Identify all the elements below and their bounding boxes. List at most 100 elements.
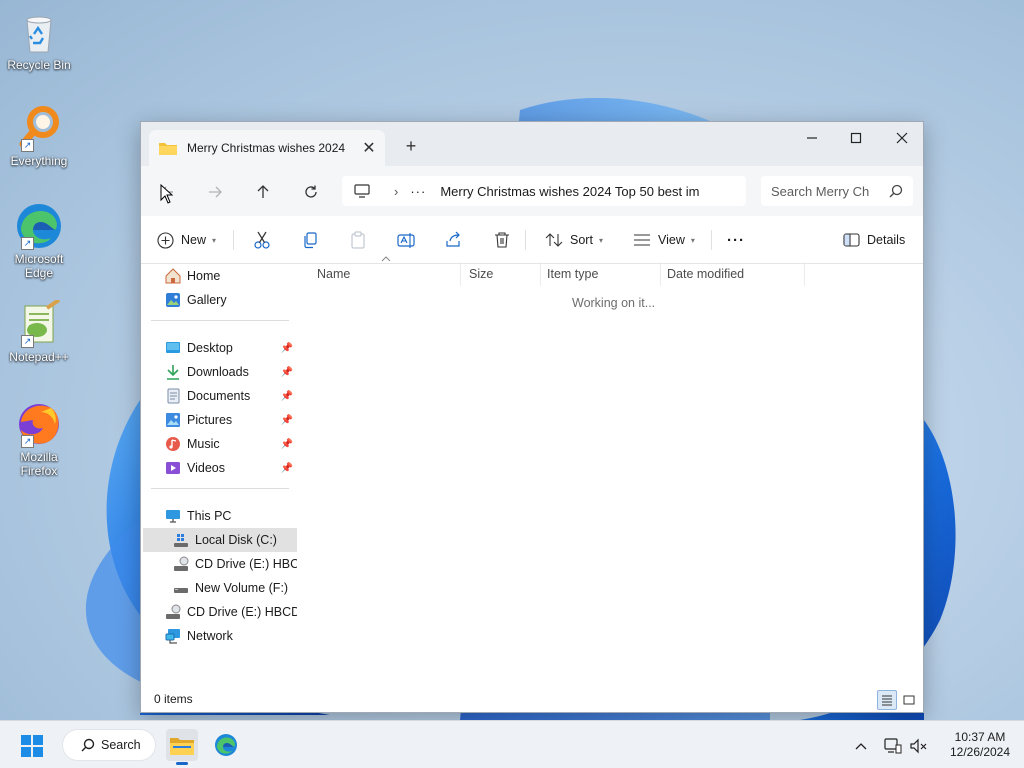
network-status-button[interactable] <box>882 735 904 757</box>
column-header-date-modified[interactable]: Date modified <box>659 262 805 286</box>
close-window-button[interactable] <box>879 122 925 154</box>
sidebar-item-pictures[interactable]: Pictures 📌 <box>165 408 295 432</box>
sidebar-item-desktop[interactable]: Desktop 📌 <box>165 336 295 360</box>
details-pane-button[interactable]: Details <box>843 226 905 254</box>
desktop-icon-recycle-bin[interactable]: Recycle Bin <box>2 8 76 72</box>
home-icon <box>165 268 181 284</box>
sidebar-item-gallery[interactable]: Gallery <box>165 288 295 312</box>
delete-button[interactable] <box>493 226 511 254</box>
item-count: 0 items <box>154 692 193 706</box>
clock-time: 10:37 AM <box>954 730 1006 744</box>
sidebar-divider <box>151 320 289 321</box>
close-tab-button[interactable]: ✕ <box>357 136 381 160</box>
minimize-button[interactable] <box>789 122 835 154</box>
monitor-icon <box>354 184 370 198</box>
sidebar-item-local-disk[interactable]: Local Disk (C:) <box>143 528 297 552</box>
desktop-icon-label: Everything <box>10 154 68 168</box>
rename-icon <box>397 233 415 248</box>
maximize-button[interactable] <box>833 122 879 154</box>
forward-button[interactable] <box>201 178 229 206</box>
new-tab-button[interactable]: + <box>399 134 423 158</box>
network-icon <box>165 629 180 644</box>
desktop-folder-icon <box>166 342 180 353</box>
details-view-button[interactable] <box>877 690 897 710</box>
sidebar-item-label: New Volume (F:) <box>195 581 289 595</box>
rename-button[interactable] <box>397 226 415 254</box>
mouse-cursor <box>160 184 174 204</box>
paste-button[interactable] <box>349 226 367 254</box>
sidebar-item-cd-drive-2[interactable]: CD Drive (E:) HBCD_F <box>165 600 297 624</box>
sort-button[interactable]: Sort ▾ <box>545 226 603 254</box>
sidebar-item-videos[interactable]: Videos 📌 <box>165 456 295 480</box>
search-placeholder: Search Merry Ch <box>771 183 870 199</box>
sidebar-item-music[interactable]: Music 📌 <box>165 432 295 456</box>
drive-icon <box>174 588 188 593</box>
copy-button[interactable] <box>301 226 319 254</box>
sidebar-item-documents[interactable]: Documents 📌 <box>165 384 295 408</box>
gallery-icon <box>166 293 180 307</box>
new-button[interactable]: New ▾ <box>157 226 216 254</box>
desktop-icon-firefox[interactable]: ↗ Mozilla Firefox <box>2 400 76 478</box>
chevron-down-icon: ▾ <box>598 235 603 245</box>
pin-icon: 📌 <box>280 390 293 402</box>
column-header-name[interactable]: Name <box>309 262 461 286</box>
volume-muted-icon <box>910 738 927 754</box>
taskbar-clock[interactable]: 10:37 AM 12/26/2024 <box>940 730 1020 760</box>
refresh-icon <box>305 185 317 198</box>
download-icon <box>167 365 179 380</box>
sidebar-item-label: Music <box>187 437 220 451</box>
active-indicator <box>176 762 188 765</box>
search-box[interactable]: Search Merry Ch <box>761 176 913 206</box>
shortcut-arrow-icon: ↗ <box>21 335 34 348</box>
sidebar-item-label: This PC <box>187 509 232 523</box>
column-header-size[interactable]: Size <box>461 262 541 286</box>
desktop-icon-notepadpp[interactable]: ↗ Notepad++ <box>2 298 76 364</box>
sidebar-item-downloads[interactable]: Downloads 📌 <box>165 360 295 384</box>
edge-icon <box>215 734 237 756</box>
details-pane-label: Details <box>867 233 906 247</box>
sidebar-item-this-pc[interactable]: This PC <box>165 504 295 528</box>
videos-icon <box>166 462 180 474</box>
view-button[interactable]: View ▾ <box>633 226 695 254</box>
taskbar: Search 10:37 AM 12/26/2024 <box>0 720 1024 768</box>
large-icons-view-button[interactable] <box>899 690 919 710</box>
pin-icon: 📌 <box>280 414 293 426</box>
see-more-button[interactable]: ··· <box>727 226 745 254</box>
taskbar-file-explorer[interactable] <box>166 729 198 765</box>
refresh-button[interactable] <box>297 178 325 206</box>
copy-icon <box>304 232 317 249</box>
breadcrumb-overflow-button[interactable]: ··· <box>410 184 426 199</box>
desktop-icon-everything[interactable]: ↗ Everything <box>2 104 76 168</box>
pin-icon: 📌 <box>280 366 293 378</box>
file-explorer-window: Merry Christmas wishes 2024 ✕ + › ··· Me… <box>140 121 924 713</box>
start-button[interactable] <box>20 734 44 761</box>
desktop-icon-label: Microsoft Edge <box>14 252 64 280</box>
pictures-icon <box>166 413 180 427</box>
share-button[interactable] <box>445 226 463 254</box>
sidebar-item-home[interactable]: Home <box>165 264 295 288</box>
show-hidden-icons-button[interactable] <box>850 735 872 757</box>
sidebar-item-label: Desktop <box>187 341 233 355</box>
search-icon <box>889 184 903 198</box>
address-bar[interactable]: › ··· Merry Christmas wishes 2024 Top 50… <box>342 176 746 206</box>
sidebar-item-new-volume[interactable]: New Volume (F:) <box>173 576 297 600</box>
desktop-icon-edge[interactable]: ↗ Microsoft Edge <box>2 202 76 280</box>
up-arrow-icon <box>257 185 269 198</box>
close-icon <box>896 132 908 144</box>
taskbar-search[interactable]: Search <box>62 729 156 761</box>
column-header-item-type[interactable]: Item type <box>539 262 661 286</box>
sidebar-item-network[interactable]: Network <box>165 624 295 648</box>
up-button[interactable] <box>249 178 277 206</box>
chevron-down-icon: ▾ <box>690 235 695 245</box>
music-icon <box>166 437 180 451</box>
breadcrumb-path[interactable]: Merry Christmas wishes 2024 Top 50 best … <box>440 184 699 199</box>
cut-button[interactable] <box>253 226 271 254</box>
tab-active[interactable]: Merry Christmas wishes 2024 ✕ <box>149 130 385 166</box>
desktop-icon-label: Notepad++ <box>9 350 69 364</box>
volume-button[interactable] <box>908 735 930 757</box>
sort-button-label: Sort <box>570 233 593 247</box>
sidebar-item-cd-drive-1[interactable]: CD Drive (E:) HBCD <box>173 552 297 576</box>
pin-icon: 📌 <box>280 342 293 354</box>
details-pane-icon <box>843 233 860 247</box>
taskbar-edge[interactable] <box>210 729 242 761</box>
